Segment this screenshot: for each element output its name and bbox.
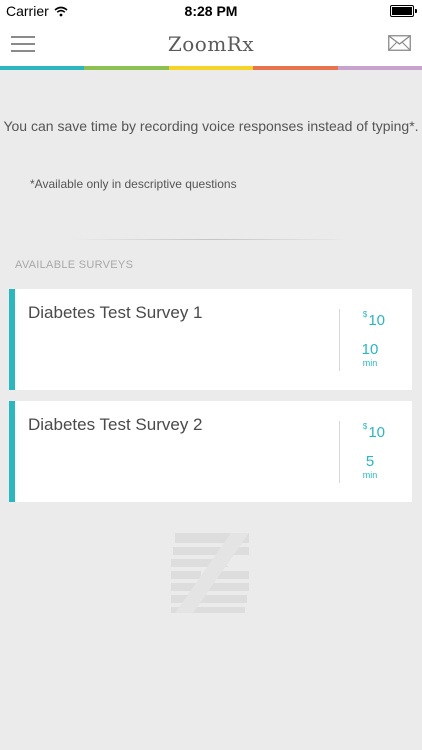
survey-reward: $10 (362, 310, 385, 329)
brand-color-strip (0, 66, 422, 70)
duration-value: 10 (361, 341, 379, 358)
envelope-icon[interactable] (388, 35, 411, 51)
battery-icon (390, 5, 417, 17)
status-bar: Carrier 8:28 PM (0, 0, 422, 22)
survey-reward: $10 (362, 422, 385, 441)
strip-segment (84, 66, 169, 70)
voice-tip-footnote: *Available only in descriptive questions (30, 177, 237, 191)
card-accent-bar (9, 401, 15, 502)
duration-value: 5 (365, 453, 375, 470)
strip-segment (253, 66, 338, 70)
survey-name: Diabetes Test Survey 2 (28, 415, 203, 434)
nav-bar: ZoomRx (0, 22, 422, 66)
card-divider (339, 421, 340, 483)
survey-duration: 10 min (355, 341, 385, 369)
duration-unit: min (362, 358, 378, 368)
voice-tip-text: You can save time by recording voice res… (3, 118, 419, 134)
strip-segment (0, 66, 85, 70)
survey-name: Diabetes Test Survey 1 (28, 303, 203, 322)
strip-segment (337, 66, 422, 70)
app-title: ZoomRx (167, 32, 255, 56)
available-surveys-header: AVAILABLE SURVEYS (15, 259, 134, 271)
card-accent-bar (9, 289, 15, 390)
reward-amount: 10 (368, 312, 385, 329)
survey-duration: 5 min (355, 453, 385, 481)
survey-card[interactable]: Diabetes Test Survey 2 $10 5 min (9, 401, 412, 502)
reward-amount: 10 (368, 424, 385, 441)
divider (72, 239, 350, 240)
duration-unit: min (362, 470, 378, 480)
survey-card[interactable]: Diabetes Test Survey 1 $10 10 min (9, 289, 412, 390)
currency-symbol: $ (362, 422, 368, 431)
zoomrx-watermark-logo (171, 533, 249, 613)
card-divider (339, 309, 340, 371)
strip-segment (168, 66, 254, 70)
currency-symbol: $ (362, 310, 368, 319)
status-time: 8:28 PM (184, 3, 238, 19)
